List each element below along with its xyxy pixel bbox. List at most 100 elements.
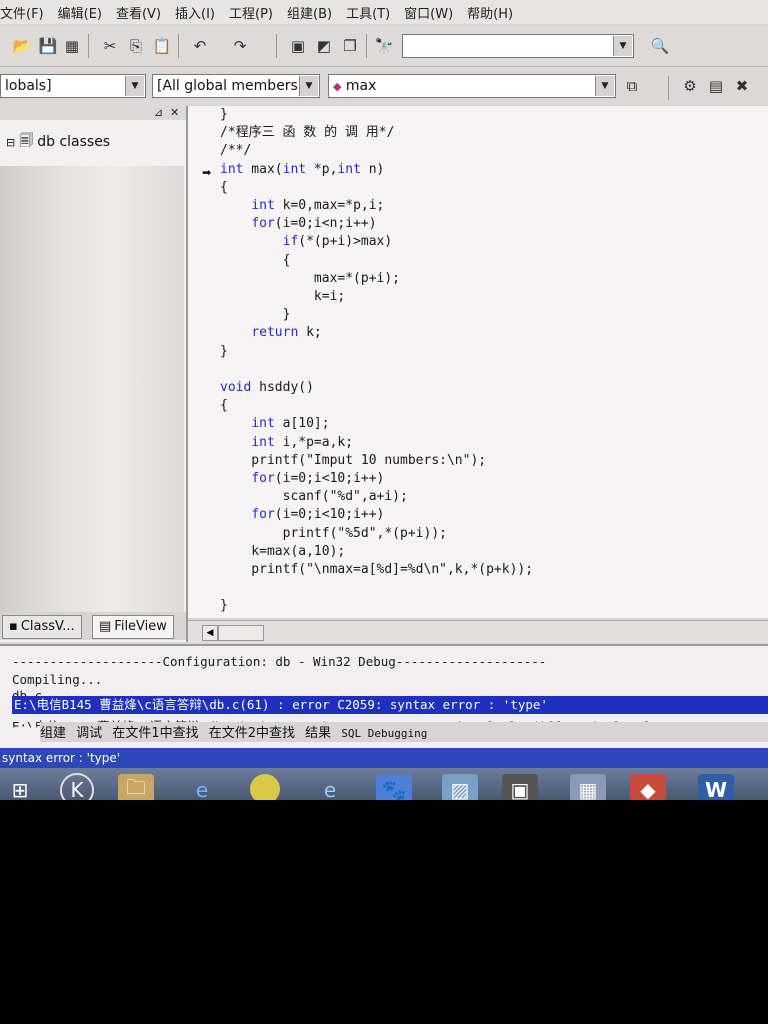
toolbar-divider — [668, 76, 669, 100]
stop-build-icon[interactable]: ✖ — [732, 76, 752, 96]
error-line[interactable]: E:\电信B145 曹益烽\c语言答辩\db.c(61) : error C20… — [12, 696, 768, 714]
code-line[interactable]: /**/ — [220, 142, 533, 160]
code-line[interactable]: for(i=0;i<10;i++) — [220, 506, 533, 524]
word-icon[interactable]: W — [698, 774, 734, 800]
dock-icon[interactable]: ⊿ — [154, 106, 163, 119]
code-line[interactable] — [220, 361, 533, 379]
code-line[interactable]: int a[10]; — [220, 415, 533, 433]
code-line[interactable]: return k; — [220, 324, 533, 342]
expand-icon[interactable]: ⊟ — [6, 136, 15, 149]
build-icon[interactable]: ▤ — [706, 76, 726, 96]
undo-icon[interactable]: ↶ — [190, 36, 210, 56]
code-line[interactable]: { — [220, 179, 533, 197]
code-line[interactable]: printf("\nmax=a[%d]=%d\n",k,*(p+k)); — [220, 561, 533, 579]
keyword: void — [220, 380, 252, 396]
windows-list-icon[interactable]: ❐ — [340, 36, 360, 56]
code-line[interactable]: scanf("%d",a+i); — [220, 488, 533, 506]
code-line[interactable]: if(*(p+i)>max) — [220, 233, 533, 251]
scroll-thumb[interactable] — [218, 625, 264, 641]
tab-debug[interactable]: 调试 — [76, 726, 102, 741]
tool-icon[interactable]: ▦ — [570, 774, 606, 800]
code-line[interactable]: k=max(a,10); — [220, 543, 533, 561]
paste-icon[interactable]: 📋 — [152, 36, 172, 56]
copy-icon[interactable]: ⎘ — [126, 36, 146, 56]
app-icon[interactable]: ◆ — [630, 774, 666, 800]
tab-sql-debugging[interactable]: SQL Debugging — [341, 727, 427, 740]
code-line[interactable]: int max(int *p,int n) — [220, 161, 533, 179]
chevron-down-icon[interactable]: ▼ — [125, 76, 144, 96]
find-icon[interactable]: 🔍 — [650, 36, 670, 56]
menu-insert[interactable]: 插入(I) — [175, 3, 215, 22]
code-line[interactable]: { — [220, 397, 533, 415]
vc-ide-icon[interactable]: ▣ — [502, 774, 538, 800]
cut-icon[interactable]: ✂ — [100, 36, 120, 56]
menu-window[interactable]: 窗口(W) — [404, 3, 453, 22]
find-in-files-icon[interactable]: 🔭 — [374, 36, 394, 56]
chevron-down-icon[interactable]: ▼ — [299, 76, 318, 96]
code-line[interactable]: int i,*p=a,k; — [220, 434, 533, 452]
wizard-action-icon[interactable]: ⧉ — [622, 76, 642, 96]
photo-viewer-icon[interactable]: ▨ — [442, 774, 478, 800]
code-line[interactable]: } — [220, 343, 533, 361]
code-editor[interactable]: ➡ }/*程序三 函 数 的 调 用*//**/int max(int *p,i… — [188, 106, 768, 618]
tab-build[interactable]: 组建 — [40, 726, 66, 741]
ie-alt-icon[interactable]: e — [312, 774, 348, 800]
menu-view[interactable]: 查看(V) — [116, 3, 161, 22]
function-icon: ◆ — [333, 80, 342, 93]
code-line[interactable]: } — [220, 106, 533, 124]
save-icon[interactable]: 💾 — [38, 36, 58, 56]
code-line[interactable]: { — [220, 252, 533, 270]
menu-tools[interactable]: 工具(T) — [346, 3, 390, 22]
scroll-left-icon[interactable]: ◀ — [202, 625, 218, 641]
tab-fileview-label: FileView — [114, 619, 167, 634]
tab-fileview[interactable]: ▤ FileView — [92, 615, 174, 639]
tab-results[interactable]: 结果 — [305, 726, 331, 741]
code-line[interactable]: for(i=0;i<n;i++) — [220, 215, 533, 233]
code-text[interactable]: }/*程序三 函 数 的 调 用*//**/int max(int *p,int… — [220, 106, 533, 616]
code-line[interactable]: } — [220, 597, 533, 615]
code-line[interactable]: int k=0,max=*p,i; — [220, 197, 533, 215]
tab-find1[interactable]: 在文件1中查找 — [112, 726, 198, 741]
code-line[interactable]: } — [220, 306, 533, 324]
save-all-icon[interactable]: ▦ — [62, 36, 82, 56]
windows-start-icon[interactable]: ⊞ — [2, 774, 38, 800]
class-scope-combo[interactable]: lobals] ▼ — [0, 74, 146, 98]
code-line[interactable]: /*程序三 函 数 的 调 用*/ — [220, 124, 533, 142]
workspace-tabs: ▪ ClassV... ▤ FileView — [0, 612, 186, 640]
output-window-icon[interactable]: ◩ — [314, 36, 334, 56]
file-explorer-icon[interactable]: 🗀 — [118, 774, 154, 800]
code-line[interactable]: for(i=0;i<10;i++) — [220, 470, 533, 488]
function-combo[interactable]: ◆ max ▼ — [328, 74, 616, 98]
menu-file[interactable]: 文件(F) — [0, 3, 44, 22]
menu-build[interactable]: 组建(B) — [287, 3, 332, 22]
code-line[interactable]: max=*(p+i); — [220, 270, 533, 288]
members-value: [All global members — [157, 78, 298, 94]
open-icon[interactable]: 📂 — [12, 36, 32, 56]
editor-hscrollbar[interactable]: ◀ — [188, 620, 768, 643]
workspace-icon[interactable]: ▣ — [288, 36, 308, 56]
tab-find2[interactable]: 在文件2中查找 — [209, 726, 295, 741]
redo-icon[interactable]: ↷ — [230, 36, 250, 56]
k-launcher-icon[interactable]: K — [60, 773, 94, 800]
chevron-down-icon[interactable]: ▼ — [613, 36, 632, 56]
members-combo[interactable]: [All global members ▼ — [152, 74, 320, 98]
tab-classview[interactable]: ▪ ClassV... — [2, 615, 82, 639]
menu-project[interactable]: 工程(P) — [229, 3, 273, 22]
code-line[interactable]: printf("%5d",*(p+i)); — [220, 525, 533, 543]
code-line[interactable]: printf("Imput 10 numbers:\n"); — [220, 452, 533, 470]
internet-explorer-icon[interactable]: e — [184, 774, 220, 800]
code-line[interactable]: k=i; — [220, 288, 533, 306]
baidu-icon[interactable]: 🐾 — [376, 774, 412, 800]
compile-icon[interactable]: ⚙ — [680, 76, 700, 96]
menu-help[interactable]: 帮助(H) — [467, 3, 513, 22]
close-icon[interactable]: ✕ — [170, 106, 179, 119]
chevron-down-icon[interactable]: ▼ — [595, 76, 614, 96]
browser-icon[interactable] — [250, 774, 280, 800]
find-combo[interactable]: ▼ — [402, 34, 634, 58]
code-line[interactable] — [220, 579, 533, 597]
tree-root[interactable]: ⊟ 🗐 db classes — [6, 130, 110, 154]
menu-bar: 文件(F) 编辑(E) 查看(V) 插入(I) 工程(P) 组建(B) 工具(T… — [0, 0, 768, 24]
keyword: return — [251, 325, 299, 341]
menu-edit[interactable]: 编辑(E) — [58, 3, 102, 22]
code-line[interactable]: void hsddy() — [220, 379, 533, 397]
